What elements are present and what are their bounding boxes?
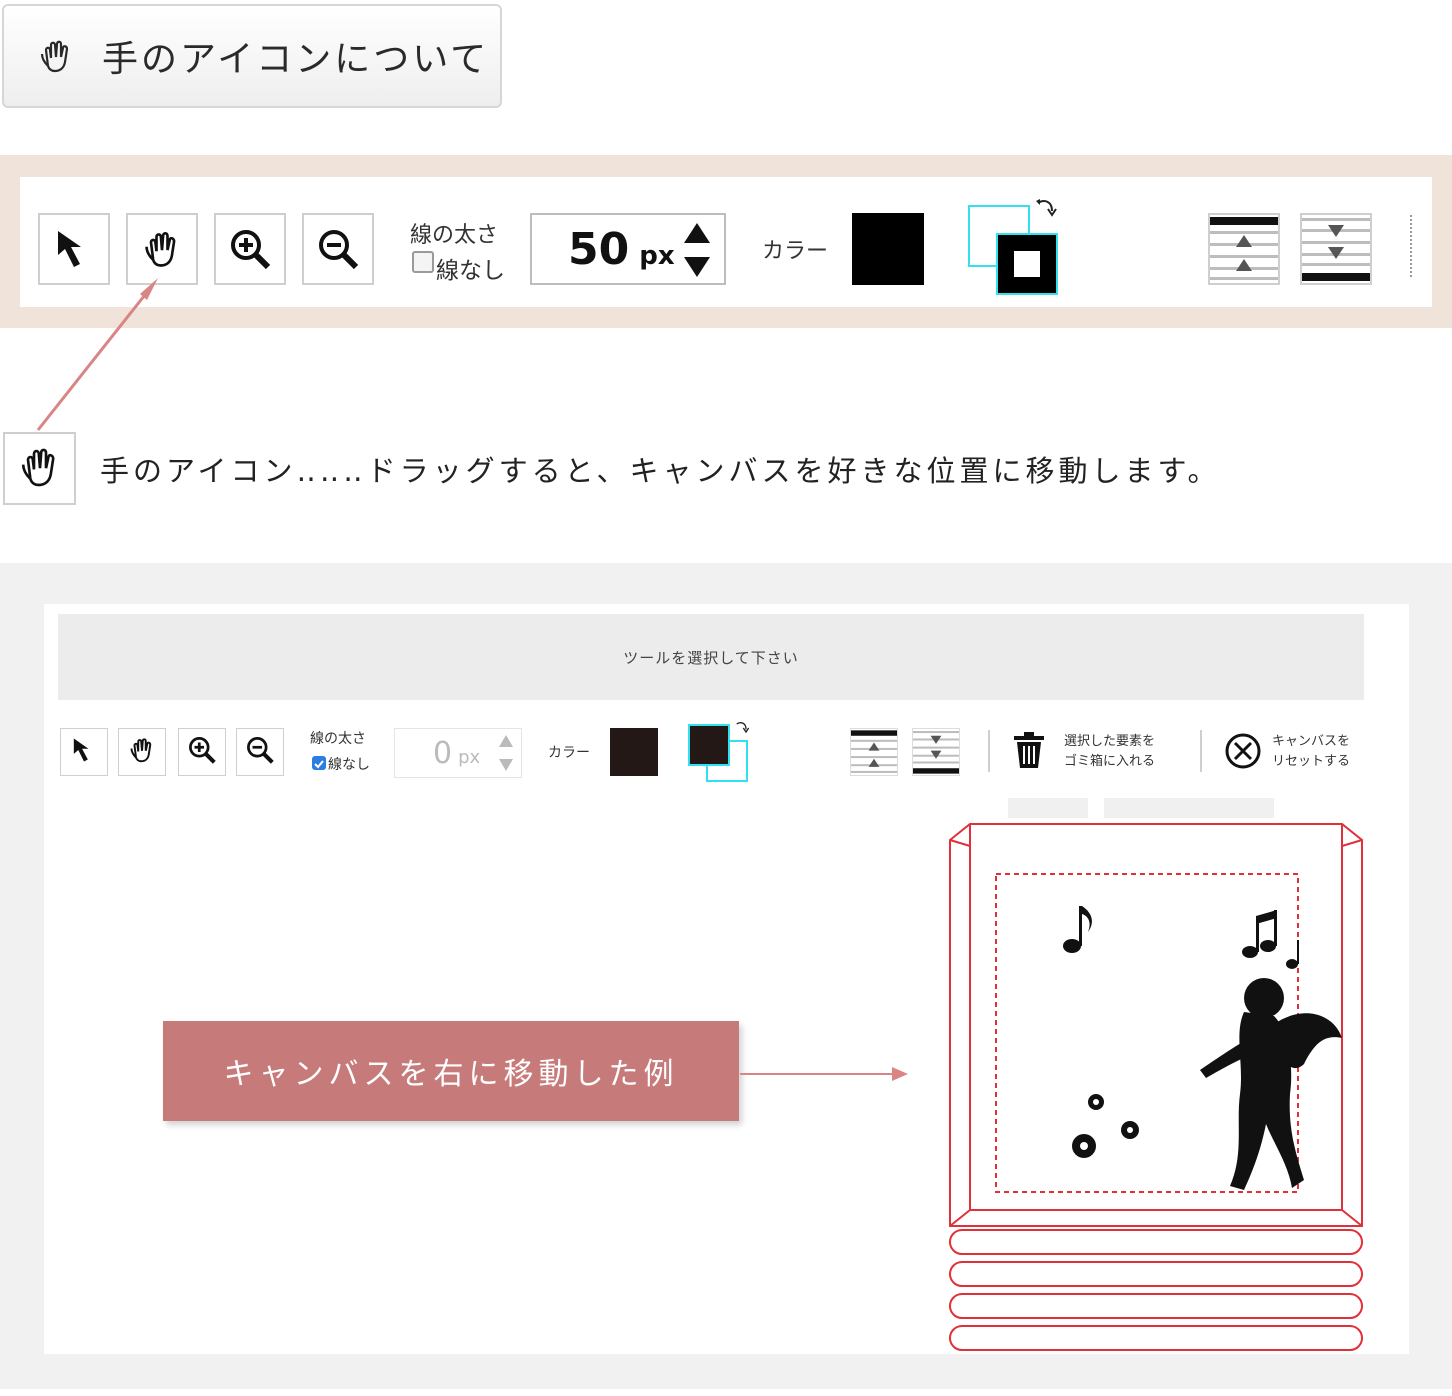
hand-icon-tile — [3, 432, 76, 505]
send-backward-icon — [913, 731, 959, 779]
zoom-in-icon — [187, 735, 217, 769]
swap-colors-icon[interactable] — [734, 720, 750, 740]
zoom-out-icon — [245, 735, 275, 769]
send-backward-button[interactable] — [912, 728, 960, 776]
no-line-checkbox[interactable] — [312, 756, 326, 770]
toolbar-divider — [1200, 730, 1202, 772]
bring-forward-icon — [851, 730, 897, 779]
arrow-cursor-icon — [71, 736, 97, 768]
design-canvas[interactable] — [944, 794, 1394, 1354]
fill-color-indicator[interactable] — [688, 724, 730, 766]
message-bar: ツールを選択して下さい — [58, 614, 1364, 700]
select-tool-button[interactable] — [60, 728, 108, 776]
fill-color-swatch[interactable] — [610, 728, 658, 776]
toolbar-divider — [988, 730, 990, 772]
delete-selected-button[interactable]: 選択した要素を ゴミ箱に入れる — [1012, 728, 1192, 772]
hand-icon-description: 手のアイコン‥‥‥ドラッグすると、キャンバスを好きな位置に移動します。 — [100, 454, 1221, 488]
reset-label-line1: キャンバスを — [1272, 734, 1351, 749]
example-callout: キャンバスを右に移動した例 — [163, 1021, 739, 1121]
line-width-value: 0 — [433, 735, 453, 771]
stepper-arrows-icon[interactable] — [497, 733, 515, 777]
delete-label-line1: 選択した要素を — [1064, 734, 1156, 749]
bring-forward-button[interactable] — [850, 728, 898, 776]
no-line-label: 線なし — [328, 757, 370, 773]
trash-icon — [1012, 732, 1046, 774]
reset-canvas-button[interactable]: キャンバスを リセットする — [1224, 728, 1374, 772]
reset-label-line2: リセットする — [1272, 754, 1351, 769]
line-width-label: 線の太さ — [310, 731, 366, 747]
hand-icon — [16, 443, 64, 495]
zoom-in-button[interactable] — [178, 728, 226, 776]
hand-icon — [127, 735, 157, 769]
line-width-unit: px — [458, 746, 481, 768]
delete-label-line2: ゴミ箱に入れる — [1064, 754, 1156, 769]
stroke-fill-swatch[interactable] — [686, 720, 756, 784]
color-label: カラー — [548, 745, 590, 761]
app-screenshot: ツールを選択して下さい 線の太さ 線なし 0 px カラー 選択した要素を ゴミ… — [44, 604, 1409, 1354]
circle-x-icon — [1224, 732, 1262, 774]
hand-tool-button[interactable] — [118, 728, 166, 776]
line-width-stepper[interactable]: 0 px — [394, 728, 522, 778]
zoom-out-button[interactable] — [236, 728, 284, 776]
callout-arrow — [740, 1067, 908, 1081]
